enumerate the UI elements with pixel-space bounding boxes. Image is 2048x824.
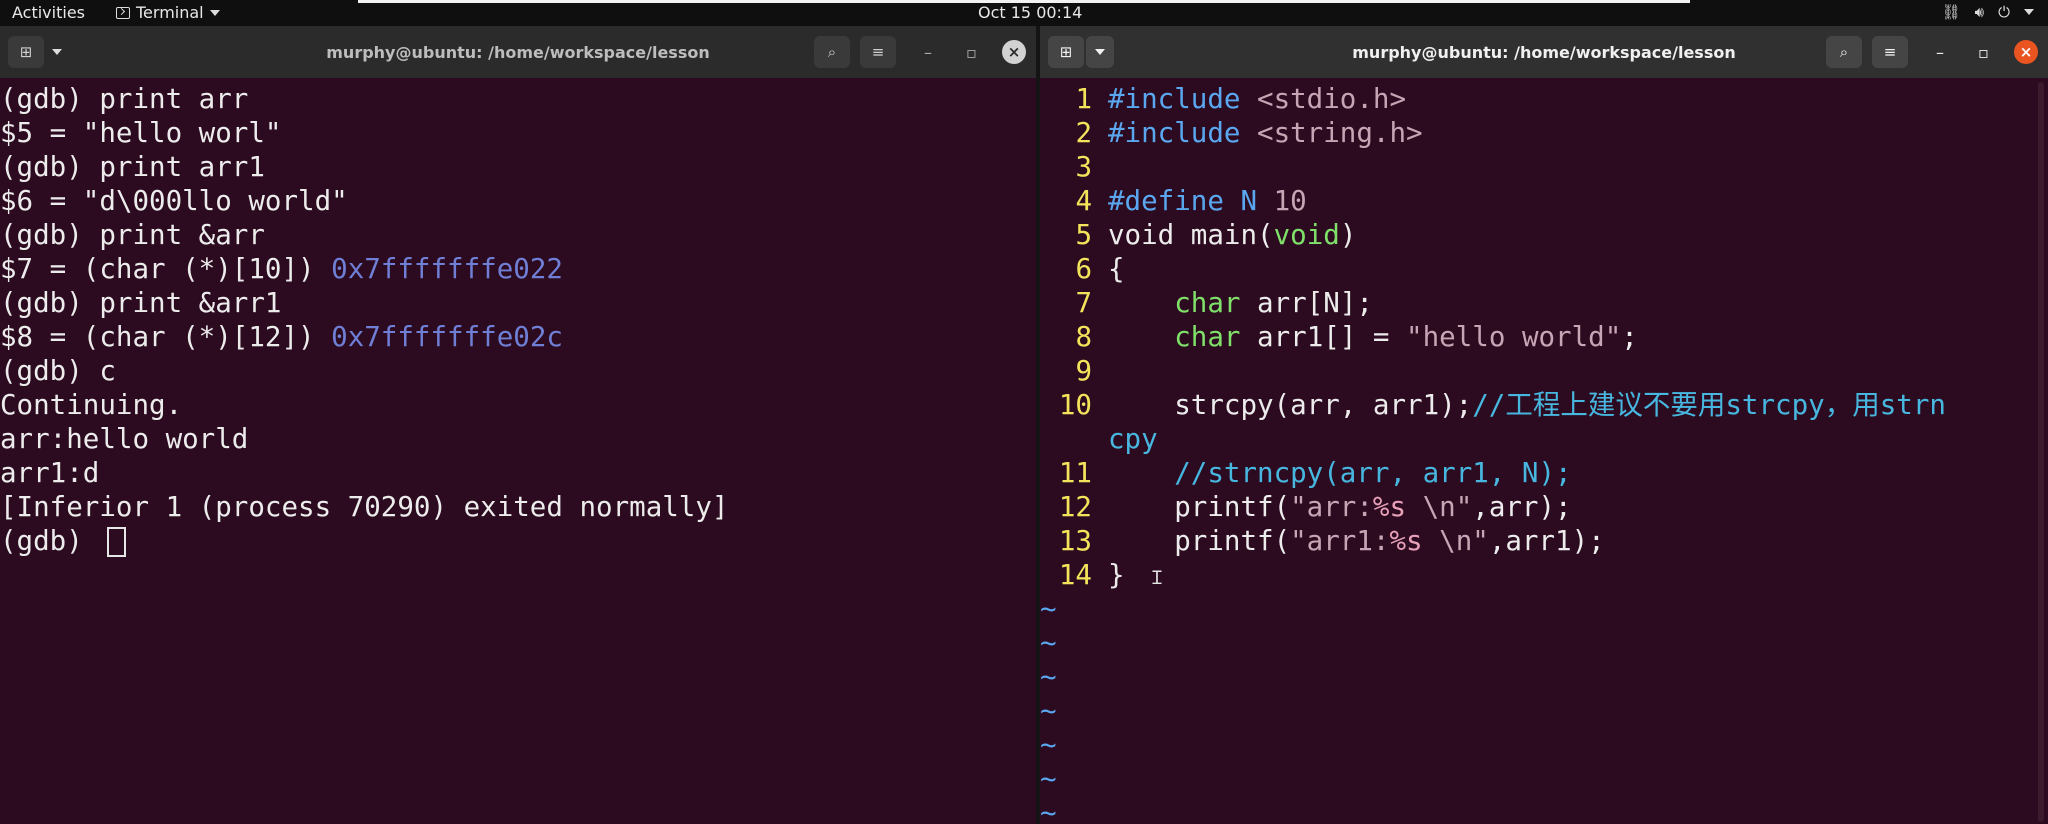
line-number: 3	[1075, 151, 1092, 183]
code-line-wrap: cpy	[1108, 423, 1158, 455]
line-number: 5	[1075, 219, 1092, 251]
chevron-down-icon	[209, 9, 220, 16]
address-value: 0x7fffffffe022	[331, 253, 563, 285]
output-line: $5 = "hello worl"	[0, 117, 282, 149]
output-line: $6 = "d\000llo world"	[0, 185, 348, 217]
code-line: 6{	[1040, 252, 1946, 286]
search-button[interactable]: ⌕	[1826, 36, 1862, 68]
line-number: 2	[1075, 117, 1092, 149]
line-number: 11	[1058, 457, 1092, 489]
code-line: 14}	[1040, 558, 1946, 592]
line-number: 1	[1075, 83, 1092, 115]
code-line: 4 #define N 10	[1040, 184, 1946, 218]
line-number: 9	[1075, 355, 1092, 387]
line-number: 6	[1075, 253, 1092, 285]
gdb-prompt: (gdb)	[0, 525, 100, 557]
code-line: 11 //strncpy(arr, arr1, N);	[1040, 456, 1946, 490]
search-icon: ⌕	[1839, 43, 1849, 61]
maximize-icon: ▫	[1978, 43, 1989, 62]
terminal-app-menu[interactable]: Terminal	[116, 3, 220, 22]
minimize-icon: –	[924, 43, 932, 62]
close-button[interactable]: ×	[2014, 40, 2038, 64]
code-line: 12 printf("arr:%s \n",arr);	[1040, 490, 1946, 524]
code-line: 8 char arr1[] = "hello world";	[1040, 320, 1946, 354]
volume-icon: 🔊︎	[1974, 3, 1985, 21]
output-line: (gdb) print arr	[0, 83, 249, 115]
line-number: 13	[1058, 525, 1092, 557]
address-value: 0x7fffffffe02c	[331, 321, 563, 353]
close-icon: ×	[1007, 43, 1021, 61]
close-icon: ×	[2019, 43, 2033, 61]
maximize-icon: ▫	[966, 43, 977, 62]
line-number: 10	[1058, 389, 1092, 421]
vim-editor[interactable]: 1 #include <stdio.h> 2 #include <string.h>…	[1040, 82, 1946, 824]
code-line: 1 #include <stdio.h>	[1040, 82, 1946, 116]
output-line: (gdb) print arr1	[0, 151, 265, 183]
line-number: 12	[1058, 491, 1092, 523]
maximize-button[interactable]: ▫	[966, 43, 977, 62]
right-terminal-window: ⊞ murphy@ubuntu: /home/workspace/lesson …	[1040, 26, 2048, 824]
power-icon: ⏻	[1998, 3, 2010, 21]
empty-line-marker: ~	[1040, 763, 1057, 795]
code-line: 7 char arr[N];	[1040, 286, 1946, 320]
line-number: 14	[1058, 559, 1092, 591]
gdb-output[interactable]: (gdb) print arr $5 = "hello worl" (gdb) …	[0, 82, 728, 558]
output-line: arr1:d	[0, 457, 100, 489]
right-titlebar: ⊞ murphy@ubuntu: /home/workspace/lesson …	[1040, 26, 2048, 78]
output-line: (gdb) print &arr	[0, 219, 265, 251]
output-line: [Inferior 1 (process 70290) exited norma…	[0, 491, 729, 523]
empty-line-marker: ~	[1040, 661, 1057, 693]
mouse-ibeam-icon: Ｉ	[1148, 568, 1166, 589]
system-tray[interactable]: ⛓ 🔊︎ ⏻	[1942, 3, 2034, 21]
empty-line-marker: ~	[1040, 729, 1057, 761]
code-line: 3	[1040, 150, 1946, 184]
line-number: 8	[1075, 321, 1092, 353]
code-line: 5 void main(void)	[1040, 218, 1946, 252]
output-line: (gdb) c	[0, 355, 116, 387]
output-line: $8 = (char (*)[12]) 0x7fffffffe02c	[0, 321, 563, 353]
maximize-button[interactable]: ▫	[1978, 43, 1989, 62]
code-line: 2 #include <string.h>	[1040, 116, 1946, 150]
chevron-down-icon	[2024, 9, 2034, 15]
line-number: 4	[1075, 185, 1092, 217]
empty-line-marker: ~	[1040, 797, 1057, 824]
menu-button[interactable]: ≡	[860, 36, 896, 68]
code-line: 13 printf("arr1:%s \n",arr1);	[1040, 524, 1946, 558]
minimize-icon: –	[1936, 43, 1944, 62]
gdb-prompt-line[interactable]: (gdb)	[0, 524, 728, 558]
left-terminal-window: ⊞ murphy@ubuntu: /home/workspace/lesson …	[0, 26, 1036, 824]
left-titlebar: ⊞ murphy@ubuntu: /home/workspace/lesson …	[0, 26, 1036, 78]
output-line: (gdb) print &arr1	[0, 287, 282, 319]
scrollbar[interactable]	[2038, 82, 2044, 822]
text-cursor	[107, 527, 127, 557]
empty-line-marker: ~	[1040, 593, 1057, 625]
activities-button[interactable]: Activities	[12, 3, 85, 22]
search-button[interactable]: ⌕	[814, 36, 850, 68]
terminal-app-menu-label: Terminal	[136, 3, 204, 22]
menu-button[interactable]: ≡	[1872, 36, 1908, 68]
code-line: 10 strcpy(arr, arr1);//工程上建议不要用strcpy，用s…	[1040, 388, 1946, 422]
search-icon: ⌕	[827, 43, 837, 61]
clock[interactable]: Oct 15 00:14	[978, 3, 1082, 22]
hamburger-icon: ≡	[1883, 43, 1897, 61]
line-number: 7	[1075, 287, 1092, 319]
output-line: $7 = (char (*)[10]) 0x7fffffffe022	[0, 253, 563, 285]
hamburger-icon: ≡	[871, 43, 885, 61]
minimize-button[interactable]: –	[1936, 43, 1944, 62]
network-icon: ⛓	[1941, 3, 1961, 21]
terminal-icon	[116, 6, 130, 19]
code-line: 9	[1040, 354, 1946, 388]
close-button[interactable]: ×	[1002, 40, 1026, 64]
output-line: arr:hello world	[0, 423, 249, 455]
empty-line-marker: ~	[1040, 627, 1057, 659]
minimize-button[interactable]: –	[924, 43, 932, 62]
top-bar: Activities Terminal Oct 15 00:14 ⛓ 🔊︎ ⏻	[0, 0, 2048, 26]
empty-line-marker: ~	[1040, 695, 1057, 727]
output-line: Continuing.	[0, 389, 183, 421]
